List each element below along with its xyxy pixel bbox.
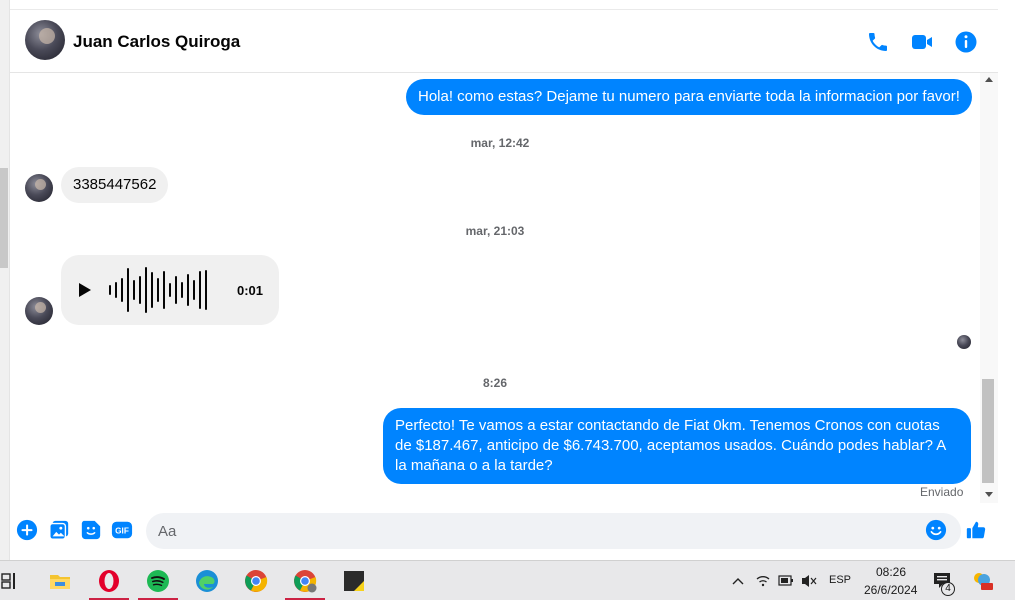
- windows-taskbar: ESP 08:26 26/6/2024 4: [0, 560, 1015, 600]
- opera-browser-icon[interactable]: [97, 569, 121, 593]
- video-call-icon[interactable]: [910, 30, 934, 54]
- emoji-icon[interactable]: [925, 519, 947, 541]
- thumbs-up-icon[interactable]: [965, 519, 987, 541]
- info-icon[interactable]: [954, 30, 978, 54]
- scroll-up-arrow[interactable]: [985, 77, 993, 82]
- volume-muted-icon[interactable]: [800, 561, 818, 600]
- plus-icon[interactable]: [16, 519, 38, 541]
- seen-by-avatar: [957, 335, 971, 349]
- spotify-icon[interactable]: [146, 569, 170, 593]
- svg-text:GIF: GIF: [115, 527, 129, 536]
- chat-scrollbar[interactable]: [980, 73, 998, 503]
- sent-status: Enviado: [920, 485, 964, 499]
- phone-call-icon[interactable]: [866, 30, 890, 54]
- top-window-strip: [10, 0, 998, 10]
- message-input[interactable]: [146, 513, 961, 549]
- message-composer: GIF: [10, 505, 998, 560]
- battery-icon[interactable]: [777, 561, 795, 600]
- message-timestamp: 8:26: [482, 376, 508, 390]
- contact-avatar-small: [25, 297, 53, 325]
- audio-duration: 0:01: [237, 283, 264, 298]
- audio-message: 0:01: [61, 255, 279, 325]
- outgoing-message[interactable]: Perfecto! Te vamos a estar contactando d…: [383, 408, 971, 484]
- outgoing-message[interactable]: Hola! como estas? Dejame tu numero para …: [406, 79, 972, 115]
- message-list[interactable]: Hola! como estas? Dejame tu numero para …: [10, 73, 980, 503]
- incoming-message[interactable]: 3385447562: [61, 167, 169, 203]
- file-explorer-icon[interactable]: [48, 569, 72, 593]
- chat-header: Juan Carlos Quiroga: [10, 10, 998, 73]
- wifi-icon[interactable]: [755, 561, 771, 600]
- edge-browser-icon[interactable]: [195, 569, 219, 593]
- clock-date[interactable]: 26/6/2024: [864, 583, 917, 597]
- contact-avatar-small: [25, 174, 53, 202]
- scrollbar-thumb[interactable]: [982, 379, 994, 483]
- sticker-icon[interactable]: [80, 519, 102, 541]
- left-scroll-track: [0, 0, 10, 560]
- audio-waveform[interactable]: [109, 267, 219, 313]
- sticky-notes-icon[interactable]: [342, 569, 366, 593]
- chrome-profile-icon[interactable]: [293, 569, 317, 593]
- photo-gallery-icon[interactable]: [48, 519, 70, 541]
- clock-time[interactable]: 08:26: [876, 565, 906, 579]
- contact-name[interactable]: Juan Carlos Quiroga: [73, 32, 240, 52]
- language-indicator[interactable]: ESP: [829, 574, 851, 588]
- task-view-icon[interactable]: [0, 569, 24, 593]
- notification-count-badge: 4: [941, 582, 955, 596]
- messenger-window: Juan Carlos Quiroga Hola! como estas? De…: [0, 0, 1015, 560]
- gif-icon[interactable]: GIF: [111, 519, 133, 541]
- chrome-browser-icon[interactable]: [244, 569, 268, 593]
- show-hidden-icons-chevron[interactable]: [730, 561, 746, 600]
- left-scrollbar-thumb[interactable]: [0, 168, 8, 268]
- play-icon[interactable]: [79, 283, 91, 297]
- contact-avatar[interactable]: [25, 20, 65, 60]
- message-timestamp: mar, 12:42: [470, 136, 530, 150]
- weather-widget-icon[interactable]: [970, 561, 994, 600]
- message-timestamp: mar, 21:03: [465, 224, 525, 238]
- scroll-down-arrow[interactable]: [985, 492, 993, 497]
